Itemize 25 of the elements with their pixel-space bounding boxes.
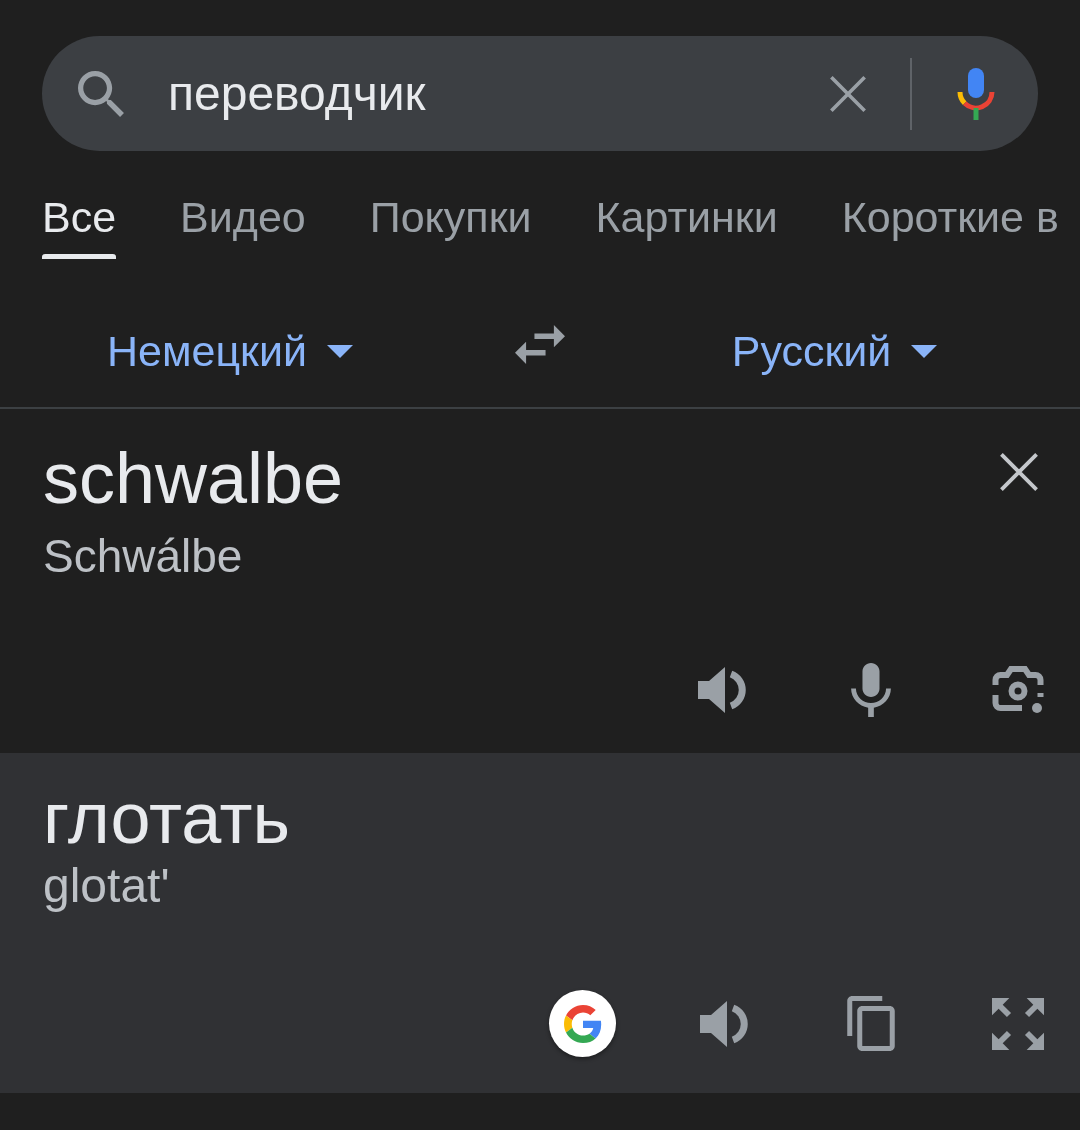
tab[interactable]: Видео: [180, 192, 306, 259]
target-language-button[interactable]: Русский: [731, 319, 938, 384]
expand-icon[interactable]: [992, 997, 1044, 1050]
tab[interactable]: Короткие в: [841, 192, 1059, 259]
close-icon[interactable]: [1000, 453, 1038, 491]
mic-icon[interactable]: [851, 663, 891, 717]
copy-icon[interactable]: [847, 996, 895, 1051]
caret-icon: [326, 345, 353, 358]
tab[interactable]: Покупки: [369, 192, 532, 259]
source-language-button[interactable]: Немецкий: [107, 319, 353, 384]
mic-icon[interactable]: [956, 67, 996, 120]
clear-icon[interactable]: [830, 75, 866, 112]
translation-transliteration: glotat': [43, 859, 170, 913]
caret-icon: [911, 345, 938, 358]
translation-text: глотать: [43, 781, 291, 855]
search-icon: [78, 70, 124, 117]
swap-icon[interactable]: [515, 325, 565, 364]
tab[interactable]: Все: [42, 192, 117, 259]
search-bar[interactable]: переводчик: [42, 36, 1038, 151]
source-transliteration: Schwálbe: [43, 530, 243, 582]
search-input[interactable]: переводчик: [168, 57, 830, 130]
source-text: schwalbe: [43, 441, 344, 515]
camera-icon[interactable]: [992, 665, 1044, 715]
google-logo-icon[interactable]: [549, 990, 616, 1057]
tab[interactable]: Картинки: [595, 192, 778, 259]
